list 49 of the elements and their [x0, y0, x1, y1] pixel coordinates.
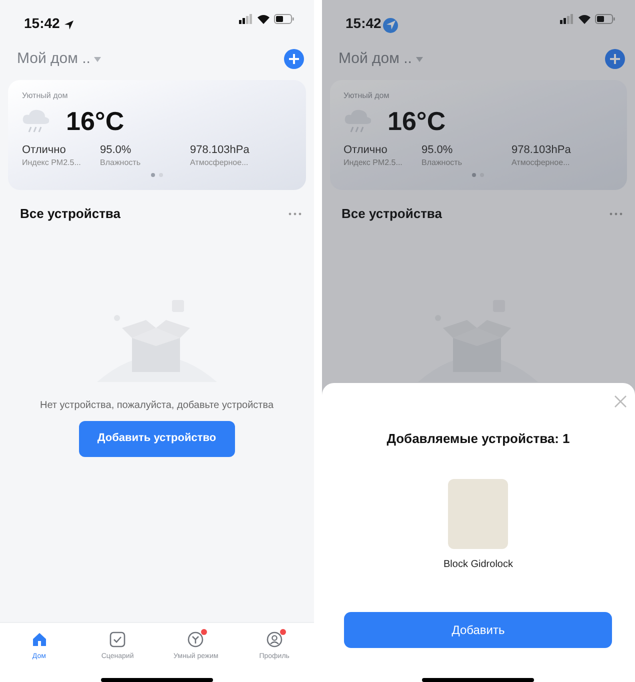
home-name[interactable]: Мой дом ..: [17, 48, 90, 70]
wifi-icon: [578, 14, 591, 24]
metric-label: Атмосферное...: [512, 157, 571, 169]
page-dot[interactable]: [150, 173, 155, 177]
y-circle-icon: [187, 631, 204, 648]
metric-value: Отлично: [22, 144, 67, 157]
status-time: 15:42: [346, 15, 382, 31]
place-name: Уютный дом: [344, 90, 390, 102]
place-name: Уютный дом: [22, 90, 69, 102]
checkbox-icon: [109, 631, 126, 648]
rain-cloud-icon: [344, 108, 372, 134]
sheet-title: Добавляемые устройства: 1: [386, 430, 570, 448]
temperature: 16°C: [388, 106, 446, 136]
metric-value: 95.0%: [422, 144, 454, 157]
signal-icon: [238, 14, 252, 24]
metric-label: Индекс PM2.5...: [344, 157, 404, 169]
more-icon[interactable]: [288, 212, 302, 216]
caret-icon[interactable]: [416, 56, 423, 62]
empty-message: Нет устройства, пожалуйста, добавьте устройства: [40, 398, 274, 412]
temperature: 16°C: [66, 106, 124, 136]
metric-value: 95.0%: [100, 144, 132, 157]
home-icon: [30, 631, 48, 648]
metric-label: Атмосферное...: [190, 157, 250, 169]
page-dot[interactable]: [472, 173, 476, 177]
section-title: Все устройства: [342, 205, 442, 223]
home-name[interactable]: Мой дом ..: [338, 48, 412, 70]
metric-value: Отлично: [344, 144, 388, 157]
metric-label: Индекс PM2.5...: [22, 157, 82, 169]
add-device-button[interactable]: Добавить устройство: [78, 420, 235, 456]
device-name: Block Gidrolock: [444, 558, 513, 572]
battery-icon: [274, 14, 294, 24]
rain-cloud-icon: [22, 108, 50, 134]
signal-icon: [560, 14, 574, 24]
add-icon[interactable]: [284, 49, 304, 69]
metric-value: 978.103hPa: [190, 144, 250, 157]
battery-icon: [595, 14, 615, 24]
metric-value: 978.103hPa: [512, 144, 572, 157]
more-icon[interactable]: [609, 212, 623, 216]
caret-icon[interactable]: [94, 56, 102, 62]
add-button[interactable]: Добавить: [344, 612, 612, 648]
metric-label: Влажность: [100, 157, 142, 169]
metric-label: Влажность: [422, 157, 464, 169]
photo-placeholder: [448, 478, 508, 548]
section-title: Все устройства: [20, 205, 120, 223]
wifi-icon: [256, 14, 270, 24]
add-icon[interactable]: [605, 49, 625, 69]
person-icon: [266, 631, 283, 648]
close-icon[interactable]: [614, 395, 627, 408]
status-time: 15:42: [24, 15, 60, 31]
